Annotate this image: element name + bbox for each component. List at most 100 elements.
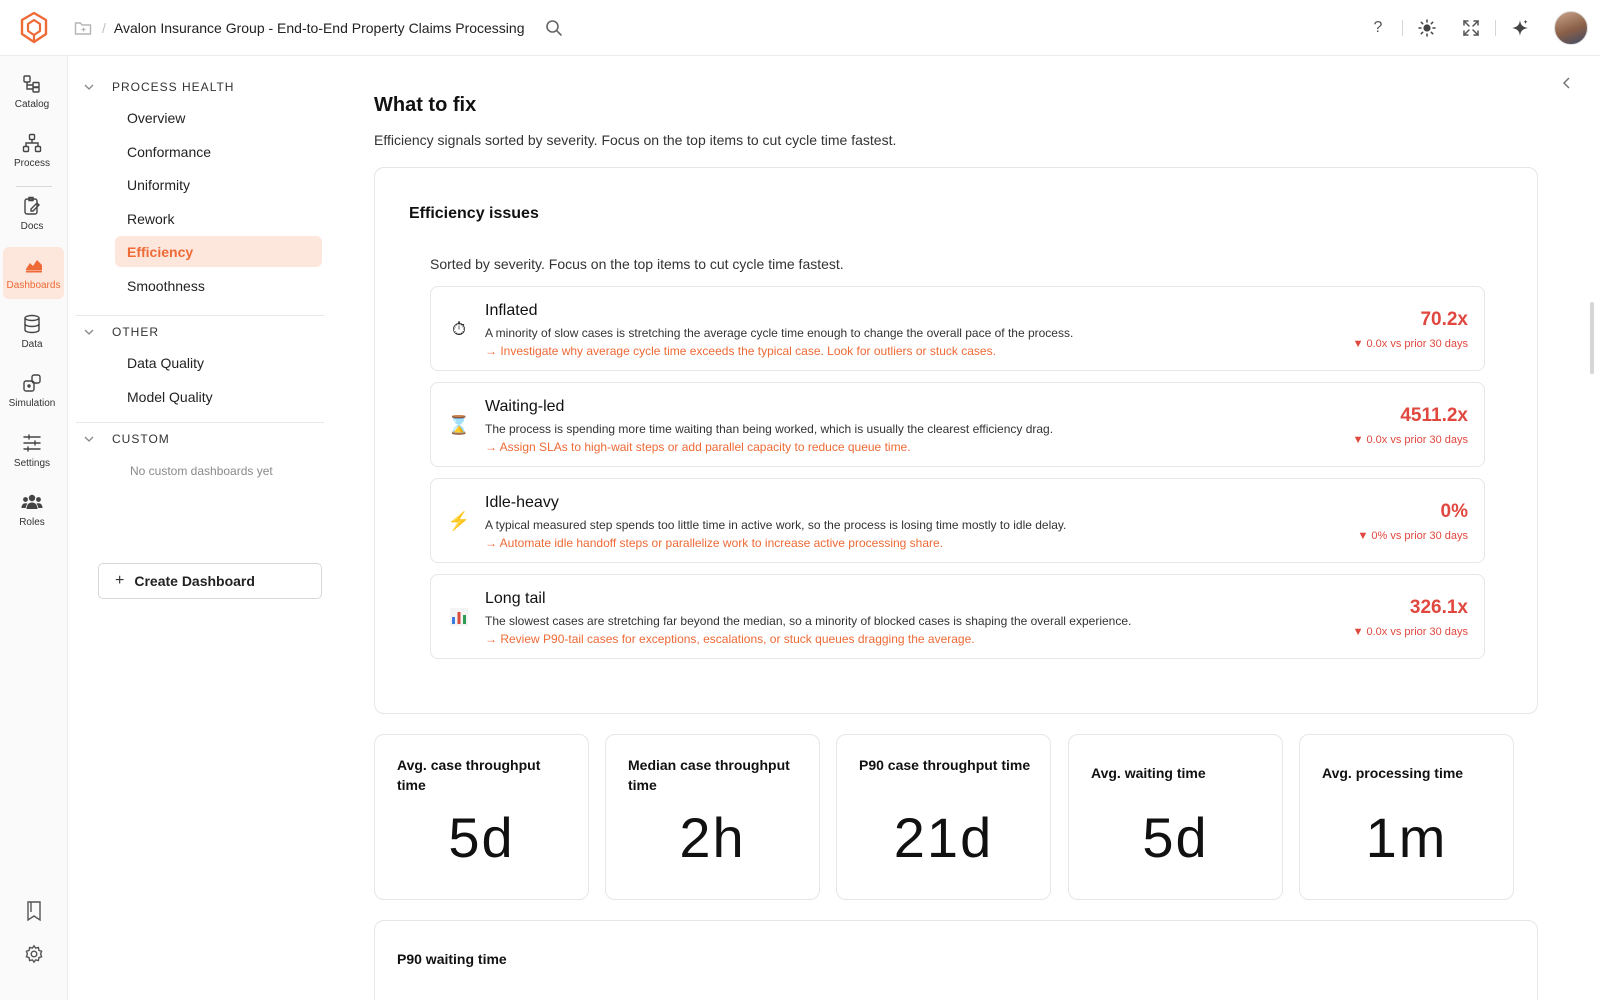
issue-action[interactable]: → Review P90-tail cases for exceptions, …: [485, 632, 975, 646]
kpi-card-avg-processing-time[interactable]: Avg. processing time 1m: [1299, 734, 1514, 900]
stopwatch-icon: ⏱: [451, 318, 467, 339]
section-title: PROCESS HEALTH: [112, 80, 235, 94]
chevron-down-icon: [84, 329, 98, 335]
kpi-card-p90-case-throughput[interactable]: P90 case throughput time 21d: [836, 734, 1051, 900]
issue-value: 70.2x: [1420, 309, 1468, 330]
rail-label: Dashboards: [6, 280, 61, 291]
rail-label: Data: [21, 339, 43, 350]
rail-label: Catalog: [14, 99, 50, 110]
breadcrumb-title[interactable]: Avalon Insurance Group - End-to-End Prop…: [114, 20, 525, 36]
section-other[interactable]: OTHER: [84, 322, 328, 342]
gear-icon[interactable]: [0, 944, 68, 964]
efficiency-issues-panel: Efficiency issues Sorted by severity. Fo…: [374, 167, 1538, 714]
app-logo[interactable]: [0, 0, 68, 56]
nav-item-rework[interactable]: Rework: [115, 203, 322, 234]
bookmark-icon[interactable]: [0, 900, 68, 922]
nav-item-efficiency[interactable]: Efficiency: [115, 236, 322, 267]
divider: [1402, 20, 1403, 36]
rail-item-dashboards[interactable]: Dashboards: [3, 247, 64, 299]
plus-icon: +: [115, 572, 125, 589]
rail-item-catalog[interactable]: Catalog: [0, 66, 64, 118]
kpi-value: 21d: [893, 806, 994, 869]
search-icon[interactable]: [545, 19, 563, 37]
rail-divider: [16, 186, 52, 187]
issue-action[interactable]: → Assign SLAs to high-wait steps or add …: [485, 440, 911, 454]
sidebar-divider: [76, 422, 324, 423]
sliders-icon: [23, 434, 41, 452]
card-title: P90 waiting time: [397, 951, 507, 967]
section-custom[interactable]: CUSTOM: [84, 429, 328, 449]
kpi-label: P90 case throughput time: [859, 757, 1031, 773]
process-icon: [22, 133, 42, 153]
simulation-icon: [23, 374, 41, 392]
issue-description: A minority of slow cases is stretching t…: [485, 326, 1074, 340]
chevron-left-icon[interactable]: [1562, 76, 1572, 95]
page-subtitle: Efficiency signals sorted by severity. F…: [374, 132, 897, 148]
issue-delta: ▼ 0.0x vs prior 30 days: [1352, 338, 1468, 350]
issue-value: 326.1x: [1409, 597, 1468, 618]
issue-name: Long tail: [485, 590, 546, 607]
rail-item-settings[interactable]: Settings: [0, 425, 64, 477]
issue-card-waiting-led[interactable]: ⌛ Waiting-led The process is spending mo…: [430, 382, 1485, 467]
dashboards-icon: [25, 260, 42, 273]
kpi-value: 5d: [448, 806, 515, 869]
scrollbar-thumb[interactable]: [1590, 302, 1594, 374]
help-icon[interactable]: ?: [1356, 0, 1400, 56]
create-dashboard-button[interactable]: + Create Dashboard: [98, 563, 322, 599]
ai-sparkle-icon[interactable]: [1498, 0, 1542, 56]
rail-label: Settings: [13, 458, 51, 469]
kpi-value: 2h: [679, 806, 746, 869]
top-actions: ?: [1356, 0, 1588, 56]
fullscreen-icon[interactable]: [1449, 0, 1493, 56]
panel-title: Efficiency issues: [409, 205, 539, 222]
kpi-card-avg-case-throughput[interactable]: Avg. case throughput time 5d: [374, 734, 589, 900]
dashboard-sidebar: PROCESS HEALTH Overview Conformance Unif…: [68, 56, 338, 1000]
rail-item-data[interactable]: Data: [0, 306, 64, 358]
section-process-health[interactable]: PROCESS HEALTH: [84, 77, 328, 97]
chevron-down-icon: [84, 436, 98, 442]
kpi-label: Median case throughput time: [628, 757, 790, 793]
issue-delta: ▼ 0% vs prior 30 days: [1357, 530, 1468, 542]
kpi-value: 5d: [1142, 806, 1209, 869]
issue-value: 0%: [1440, 501, 1468, 522]
rail-item-process[interactable]: Process: [0, 125, 64, 177]
kpi-label: Avg. processing time: [1322, 765, 1464, 781]
breadcrumb-separator: /: [102, 19, 106, 36]
kpi-value: 1m: [1365, 806, 1448, 869]
rail-item-simulation[interactable]: Simulation: [0, 365, 64, 417]
rail-label: Simulation: [8, 398, 56, 409]
user-avatar[interactable]: [1554, 11, 1588, 45]
rail-item-roles[interactable]: Roles: [0, 484, 64, 536]
issue-card-long-tail[interactable]: Long tail The slowest cases are stretchi…: [430, 574, 1485, 659]
issue-description: The slowest cases are stretching far bey…: [485, 614, 1132, 628]
kpi-card-median-case-throughput[interactable]: Median case throughput time 2h: [605, 734, 820, 900]
nav-item-data-quality[interactable]: Data Quality: [115, 347, 322, 378]
issue-action[interactable]: → Automate idle handoff steps or paralle…: [485, 536, 943, 550]
hourglass-icon: ⌛: [447, 414, 471, 435]
nav-item-conformance[interactable]: Conformance: [115, 136, 322, 167]
theme-sun-icon[interactable]: [1405, 0, 1449, 56]
logo-icon: [20, 11, 48, 43]
panel-subtitle: Sorted by severity. Focus on the top ite…: [430, 256, 844, 272]
nav-item-overview[interactable]: Overview: [115, 102, 322, 133]
empty-custom-note: No custom dashboards yet: [130, 464, 273, 478]
catalog-icon: [23, 75, 40, 93]
issue-action[interactable]: → Investigate why average cycle time exc…: [485, 344, 996, 358]
nav-item-uniformity[interactable]: Uniformity: [115, 169, 322, 200]
rail-item-docs[interactable]: Docs: [0, 188, 64, 240]
issue-card-idle-heavy[interactable]: ⚡ Idle-heavy A typical measured step spe…: [430, 478, 1485, 563]
kpi-card-avg-waiting-time[interactable]: Avg. waiting time 5d: [1068, 734, 1283, 900]
lightning-icon: ⚡: [447, 510, 471, 531]
p90-waiting-time-card[interactable]: P90 waiting time: [374, 920, 1538, 1000]
nav-item-smoothness[interactable]: Smoothness: [115, 270, 322, 301]
rail-label: Docs: [20, 221, 44, 232]
folder-icon[interactable]: [74, 20, 92, 36]
issue-card-inflated[interactable]: ⏱ Inflated A minority of slow cases is s…: [430, 286, 1485, 371]
divider: [1495, 20, 1496, 36]
issue-name: Idle-heavy: [485, 494, 559, 511]
issue-name: Inflated: [485, 302, 538, 319]
rail-label: Roles: [19, 517, 45, 528]
docs-icon: [24, 196, 40, 215]
nav-item-model-quality[interactable]: Model Quality: [115, 381, 322, 412]
issue-description: The process is spending more time waitin…: [485, 422, 1054, 436]
